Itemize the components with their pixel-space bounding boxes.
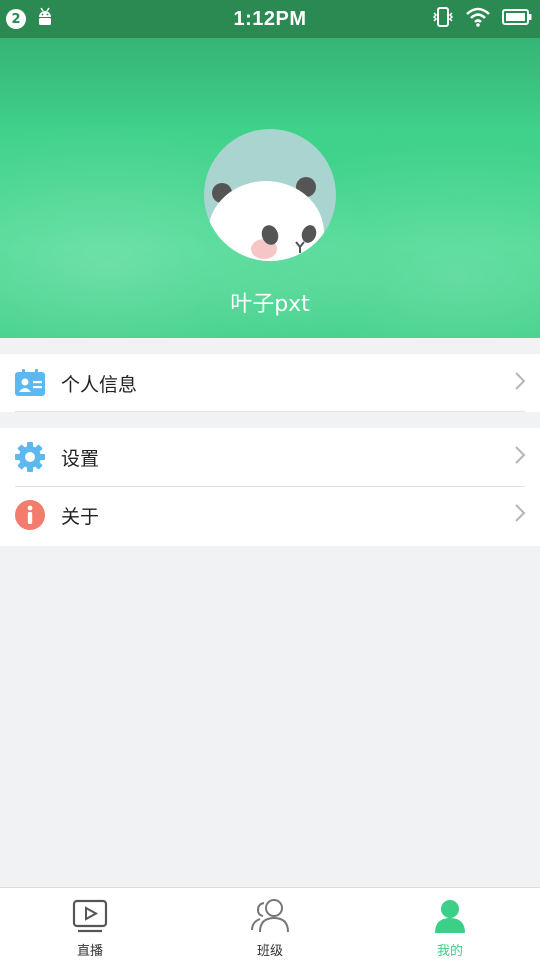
chevron-right-icon [514,445,526,469]
divider [15,411,525,412]
menu-item-label: 设置 [61,447,100,470]
tab-mine[interactable]: 我的 [360,888,540,960]
gear-icon [14,441,46,473]
chevron-right-icon [514,371,526,395]
tab-label: 我的 [436,944,463,959]
profile-header: 叶子pxt [0,38,540,338]
status-bar: 2 1:12PM [0,0,540,38]
menu-item-personal-info[interactable]: 个人信息 [0,354,540,412]
vibrate-icon [432,6,454,32]
menu-item-label: 关于 [61,505,100,528]
live-play-icon [70,896,110,936]
wifi-icon [466,7,490,31]
menu-item-settings[interactable]: 设置 [0,428,540,486]
class-people-icon [250,896,290,936]
avatar[interactable] [204,129,336,261]
id-card-icon [14,367,46,399]
profile-person-icon [430,896,470,936]
bottom-tab-bar: 直播 班级 我的 [0,887,540,960]
chevron-right-icon [514,503,526,527]
panda-avatar-icon [208,177,324,261]
username: 叶子pxt [230,292,310,317]
menu-item-about[interactable]: 关于 [0,486,540,544]
tab-label: 班级 [256,944,283,959]
menu-group-profile: 个人信息 [0,354,540,412]
battery-icon [502,8,532,30]
tab-label: 直播 [76,944,103,959]
info-icon [14,499,46,531]
tab-class[interactable]: 班级 [180,888,360,960]
menu-item-label: 个人信息 [61,373,138,396]
tab-live[interactable]: 直播 [0,888,180,960]
menu-group-settings: 设置 关于 [0,428,540,546]
